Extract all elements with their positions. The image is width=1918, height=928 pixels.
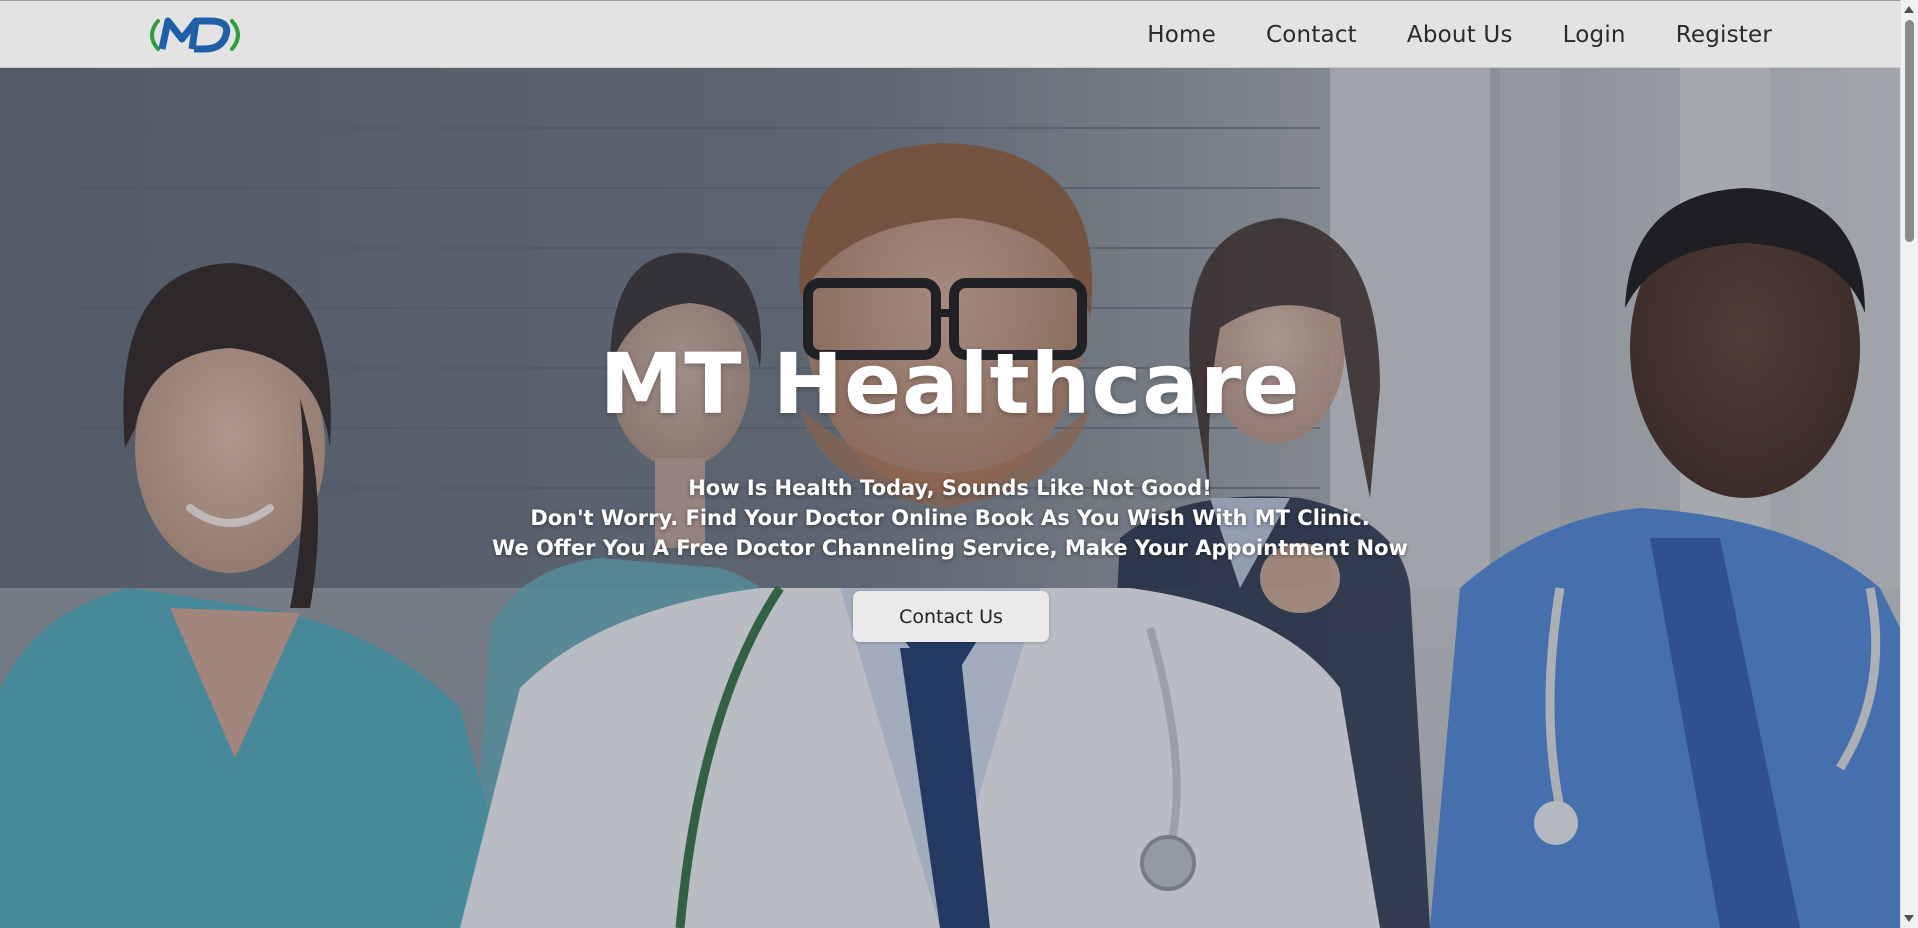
- hero-content: MT Healthcare How Is Health Today, Sound…: [0, 68, 1900, 928]
- nav-link-home[interactable]: Home: [1147, 22, 1216, 48]
- top-navbar: Home Contact About Us Login Register: [0, 0, 1900, 68]
- scroll-down-arrow-icon[interactable]: [1904, 915, 1914, 922]
- scroll-up-arrow-icon[interactable]: [1904, 6, 1914, 13]
- vertical-scrollbar[interactable]: [1900, 0, 1918, 928]
- hero-subtitle: How Is Health Today, Sounds Like Not Goo…: [0, 473, 1900, 563]
- md-logo-icon[interactable]: [148, 13, 242, 57]
- contact-us-button[interactable]: Contact Us: [853, 591, 1049, 642]
- hero-subtitle-line: We Offer You A Free Doctor Channeling Se…: [492, 536, 1408, 560]
- hero-section: MT Healthcare How Is Health Today, Sound…: [0, 68, 1900, 928]
- nav-link-contact[interactable]: Contact: [1266, 22, 1357, 48]
- nav-link-about-us[interactable]: About Us: [1407, 22, 1513, 48]
- nav-links: Home Contact About Us Login Register: [1147, 1, 1772, 69]
- hero-subtitle-line: How Is Health Today, Sounds Like Not Goo…: [688, 476, 1212, 500]
- hero-subtitle-line: Don't Worry. Find Your Doctor Online Boo…: [530, 506, 1370, 530]
- scrollbar-thumb[interactable]: [1905, 20, 1914, 242]
- nav-link-login[interactable]: Login: [1563, 22, 1626, 48]
- page: Home Contact About Us Login Register MT …: [0, 0, 1918, 928]
- nav-link-register[interactable]: Register: [1676, 22, 1772, 48]
- hero-title: MT Healthcare: [599, 335, 1301, 433]
